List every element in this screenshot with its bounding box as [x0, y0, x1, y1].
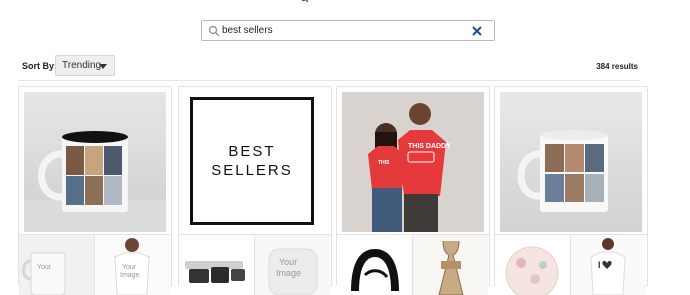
product-card[interactable]: THIS DADDY THIS: [336, 86, 490, 295]
product-thumbnail[interactable]: Your: [19, 235, 95, 295]
product-thumbnail[interactable]: [179, 235, 255, 295]
page-heading-fragment: g: [300, 0, 330, 2]
product-thumbnail[interactable]: [337, 235, 413, 295]
sort-dropdown[interactable]: Trending: [55, 55, 115, 76]
search-bar[interactable]: [201, 20, 495, 41]
svg-text:Your: Your: [279, 257, 297, 267]
product-image[interactable]: THIS DADDY THIS: [342, 92, 484, 232]
product-image[interactable]: [24, 92, 166, 232]
svg-text:Your: Your: [37, 264, 52, 271]
search-input[interactable]: [222, 22, 462, 39]
product-image[interactable]: [500, 92, 642, 232]
sort-selected: Trending: [62, 60, 102, 71]
best-sellers-tile[interactable]: BEST SELLERS: [184, 92, 326, 232]
search-icon: [208, 25, 220, 37]
product-thumbnail[interactable]: Your Image: [95, 235, 170, 295]
chevron-down-icon: [99, 64, 107, 69]
product-thumbnail[interactable]: Your Image: [255, 235, 330, 295]
svg-text:Image: Image: [120, 272, 140, 279]
results-count: 384 results: [596, 62, 638, 71]
product-thumbnail[interactable]: I: [571, 235, 646, 295]
product-thumbnail[interactable]: [495, 235, 571, 295]
divider: [18, 80, 640, 81]
product-thumbnail[interactable]: [413, 235, 488, 295]
svg-text:Your: Your: [122, 264, 137, 271]
product-card[interactable]: Your Your Image: [18, 86, 172, 295]
best-sellers-title-line1: BEST: [228, 143, 276, 160]
shirt-print: THIS DADDY: [408, 143, 451, 150]
best-sellers-title-line2: SELLERS: [211, 162, 293, 179]
svg-text:THIS: THIS: [378, 160, 390, 166]
i-heart-text: I: [598, 260, 601, 270]
product-card[interactable]: I: [494, 86, 648, 295]
product-card[interactable]: BEST SELLERS Your Image: [178, 86, 332, 295]
sort-label: Sort By:: [22, 61, 58, 71]
svg-text:Image: Image: [276, 268, 301, 278]
close-icon[interactable]: [470, 24, 484, 38]
